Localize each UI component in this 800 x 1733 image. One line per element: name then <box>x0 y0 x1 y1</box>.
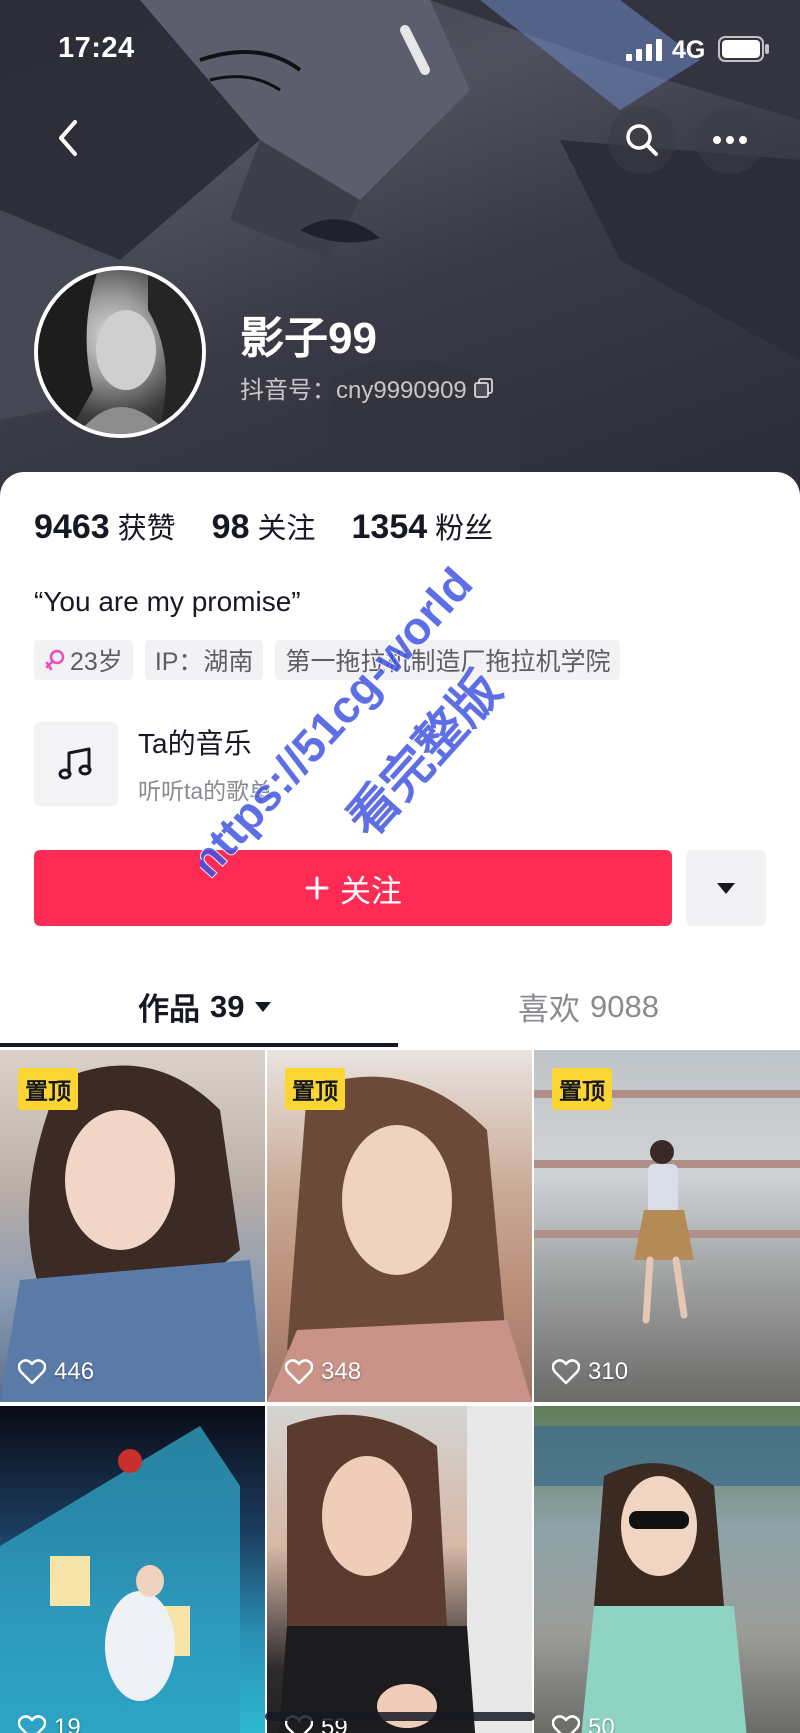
video-likes-count: 19 <box>54 1714 81 1733</box>
video-likes-count: 348 <box>321 1358 362 1385</box>
pinned-badge: 置顶 <box>18 1068 78 1110</box>
follow-label: 关注 <box>340 873 402 909</box>
music-entry[interactable]: Ta的音乐 听听ta的歌单 <box>34 722 272 806</box>
battery-icon <box>718 36 769 62</box>
female-icon <box>45 649 65 671</box>
tab-works-label: 作品 <box>138 992 200 1027</box>
avatar-image <box>38 270 202 434</box>
heart-icon <box>285 1359 313 1385</box>
avatar[interactable] <box>34 266 206 438</box>
account-id-text: 抖音号：cny9990909 <box>240 377 467 404</box>
home-indicator <box>265 1712 535 1721</box>
stat-value: 1354 <box>351 508 428 546</box>
profile-stats: 9463 获赞 98 关注 1354 粉丝 <box>34 505 529 547</box>
stat-likes-received[interactable]: 9463 获赞 <box>34 505 176 547</box>
search-button[interactable] <box>608 106 676 174</box>
music-subtitle: 听听ta的歌单 <box>138 778 273 804</box>
profile-tags: 23岁 IP：湖南 第一拖拉机制造厂拖拉机学院 <box>34 640 621 680</box>
status-time: 17:24 <box>58 32 135 64</box>
recommend-dropdown-button[interactable] <box>686 850 766 926</box>
back-button[interactable] <box>36 106 100 170</box>
more-button[interactable] <box>696 106 764 174</box>
display-name: 影子99 <box>240 314 377 363</box>
caret-down-icon <box>717 883 735 894</box>
stat-label: 关注 <box>257 513 316 545</box>
video-thumbnail[interactable]: 置顶 348 <box>267 1050 532 1402</box>
bio: “You are my promise” <box>34 586 301 617</box>
caret-down-icon <box>255 1001 272 1012</box>
network-type: 4G <box>672 36 706 64</box>
stat-followers[interactable]: 1354 粉丝 <box>352 505 494 547</box>
video-thumbnail[interactable]: 19 <box>0 1406 265 1733</box>
music-note-icon <box>58 747 92 780</box>
active-tab-indicator <box>0 1043 398 1047</box>
back-arrow-icon <box>59 120 77 156</box>
heart-icon <box>18 1359 46 1385</box>
tag-age-text: 23岁 <box>70 648 123 676</box>
account-id[interactable]: 抖音号：cny9990909 <box>240 370 495 405</box>
music-icon-box <box>34 722 118 806</box>
video-thumbnail[interactable]: 置顶 310 <box>534 1050 800 1402</box>
video-likes: 348 <box>285 1358 361 1386</box>
stat-following[interactable]: 98 关注 <box>212 505 316 547</box>
tab-works-count: 39 <box>210 988 245 1024</box>
stat-value: 98 <box>211 508 250 546</box>
status-bar: 17:24 4G <box>0 0 800 100</box>
stat-label: 粉丝 <box>435 513 494 545</box>
pinned-badge: 置顶 <box>285 1068 345 1110</box>
stat-value: 9463 <box>34 508 110 546</box>
tag-age: 23岁 <box>34 640 133 680</box>
content-tabs: 作品 39 喜欢 9088 <box>0 968 800 1048</box>
video-thumbnail[interactable]: 59 <box>267 1406 532 1733</box>
music-title: Ta的音乐 <box>138 728 252 759</box>
video-likes: 446 <box>18 1358 94 1386</box>
search-icon <box>626 124 658 156</box>
tag-school[interactable]: 第一拖拉机制造厂拖拉机学院 <box>275 640 621 680</box>
stat-label: 获赞 <box>117 513 176 545</box>
pinned-badge: 置顶 <box>552 1068 612 1110</box>
video-likes: 50 <box>552 1714 615 1733</box>
signal-icon <box>626 39 662 61</box>
video-thumbnail[interactable]: 50 <box>534 1406 800 1733</box>
more-icon <box>713 136 747 144</box>
copy-icon[interactable] <box>473 377 495 399</box>
tab-likes-label: 喜欢 <box>518 992 580 1027</box>
heart-icon <box>552 1359 580 1385</box>
thumbnail-image <box>534 1426 800 1733</box>
thumbnail-image <box>0 1426 240 1733</box>
tab-works[interactable]: 作品 39 <box>138 984 272 1029</box>
heart-icon <box>18 1715 46 1733</box>
video-likes-count: 446 <box>54 1358 95 1385</box>
tag-ip: IP：湖南 <box>144 640 264 680</box>
video-likes: 310 <box>552 1358 628 1386</box>
tab-likes[interactable]: 喜欢 9088 <box>518 984 659 1029</box>
music-text: Ta的音乐 听听ta的歌单 <box>138 722 272 806</box>
video-likes-count: 50 <box>588 1714 615 1733</box>
tab-likes-count: 9088 <box>590 988 659 1024</box>
video-likes: 19 <box>18 1714 81 1733</box>
video-thumbnail[interactable]: 置顶 446 <box>0 1050 265 1402</box>
video-likes-count: 310 <box>588 1358 629 1385</box>
plus-icon <box>305 876 329 900</box>
heart-icon <box>552 1715 580 1733</box>
follow-button[interactable]: 关注 <box>34 850 672 926</box>
video-grid: 置顶 446 置顶 348 置顶 310 19 59 50 <box>0 1050 800 1733</box>
thumbnail-image <box>278 1406 532 1733</box>
